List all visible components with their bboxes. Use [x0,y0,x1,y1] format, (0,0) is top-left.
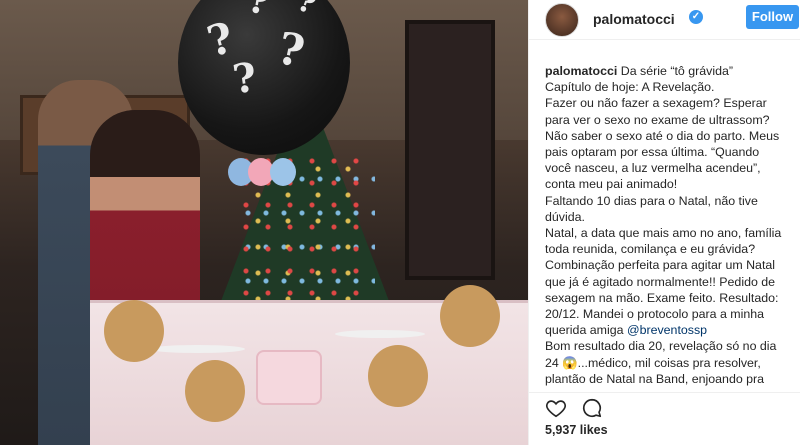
comment-icon[interactable] [581,397,603,419]
teddy-bear [185,360,245,422]
username-link[interactable]: palomatocci [593,11,675,27]
cake [256,350,322,405]
follow-button[interactable]: Follow [746,5,799,29]
teddy-bear [440,285,500,347]
caption-line: Bom resultado dia 20, revelação só no di… [545,339,777,390]
mention-link[interactable]: @breventossp [627,323,707,337]
post-photo[interactable]: ? ? ? ? ? [0,0,528,445]
teddy-bear [368,345,428,407]
photo-door [405,20,495,280]
caption-line: Fazer ou não fazer a sexagem? Esperar pa… [545,96,780,192]
teddy-bear [104,300,164,362]
post-caption: palomatocci Da série “tô grávida” Capítu… [545,63,785,390]
blue-balloon [270,158,296,186]
post-header: palomatocci ✓ Follow [529,0,800,40]
post-side-panel: palomatocci ✓ Follow palomatocci Da séri… [528,0,800,445]
cupcake-stand [335,330,425,338]
caption-username[interactable]: palomatocci [545,64,617,78]
caption-line: Da série “tô grávida” [620,64,734,78]
like-count[interactable]: 5,937 likes [545,423,608,437]
avatar[interactable] [545,3,579,37]
caption-line: Natal, a data que mais amo no ano, famíl… [545,226,782,338]
verified-badge-icon: ✓ [689,10,703,24]
caption-line: Capítulo de hoje: A Revelação. [545,80,715,95]
cupcake-stand [150,345,245,353]
caption-line: Faltando 10 dias para o Natal, não tive … [545,193,758,224]
post-actions [529,392,800,420]
heart-icon[interactable] [545,397,567,419]
